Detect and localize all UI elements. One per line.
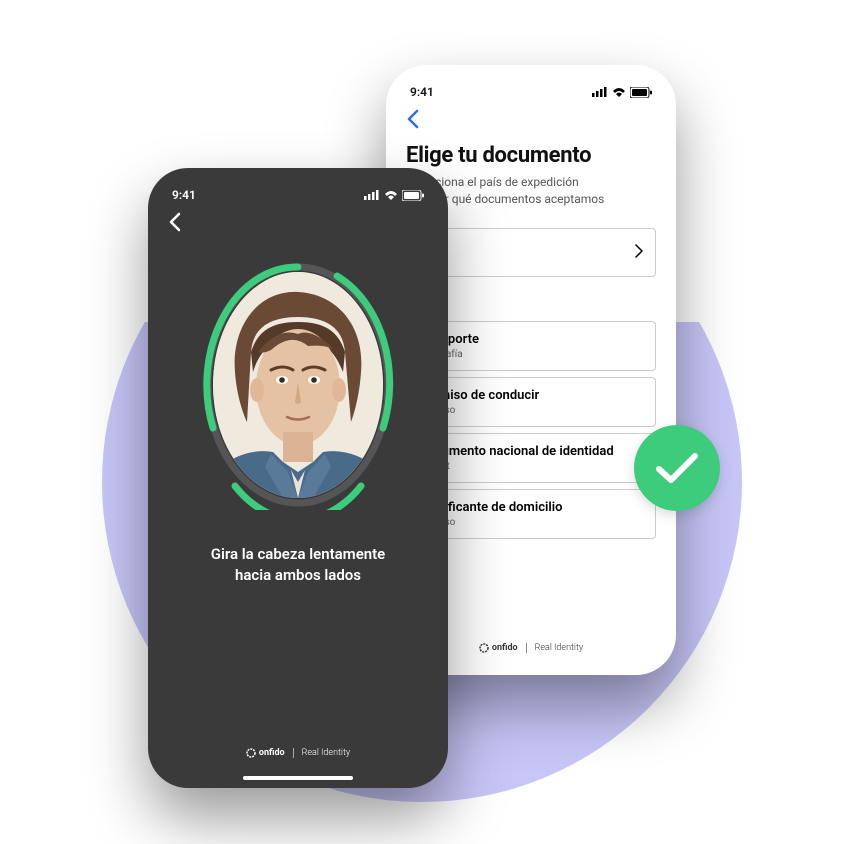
wifi-icon — [612, 87, 626, 97]
signal-icon — [592, 87, 608, 97]
document-name: Pasaporte — [419, 332, 643, 347]
phone-face-capture: 9:41 — [148, 168, 448, 788]
brand-tagline: Real Identity — [302, 748, 351, 758]
status-time: 9:41 — [410, 85, 434, 99]
onfido-logo: onfido — [246, 748, 285, 758]
onfido-mark-icon — [246, 748, 256, 758]
brand-tagline: Real Identity — [535, 643, 584, 653]
onfido-logo: onfido — [479, 643, 518, 653]
wifi-icon — [384, 190, 398, 200]
document-subtitle: fotografía — [419, 349, 643, 360]
status-icons — [364, 190, 424, 201]
status-icons — [592, 87, 652, 98]
brand-divider — [526, 643, 527, 653]
battery-icon — [402, 190, 424, 201]
progress-ring — [201, 260, 395, 510]
brand-divider — [293, 748, 294, 758]
signal-icon — [364, 190, 380, 200]
document-subtitle: Anverso — [419, 517, 643, 528]
brand-footer: onfido Real Identity — [148, 748, 448, 758]
document-subtitle: Anverso — [419, 405, 643, 416]
onfido-mark-icon — [479, 643, 489, 653]
status-bar: 9:41 — [406, 83, 656, 109]
battery-icon — [630, 87, 652, 98]
status-bar: 9:41 — [168, 186, 428, 212]
home-indicator — [243, 776, 353, 780]
success-check-badge — [634, 425, 720, 511]
face-oval-frame — [201, 260, 395, 510]
back-button[interactable] — [168, 212, 428, 232]
face-capture-area — [168, 260, 428, 510]
instruction-text: Gira la cabeza lentamente hacia ambos la… — [168, 544, 428, 586]
back-button[interactable] — [406, 109, 656, 129]
check-icon — [655, 451, 699, 485]
document-name: Justificante de domicilio — [419, 500, 643, 515]
page-title: Elige tu documento — [406, 143, 656, 168]
status-time: 9:41 — [172, 188, 196, 202]
document-subtitle: Devant — [419, 461, 643, 472]
chevron-right-icon — [635, 243, 643, 262]
document-name: Documento nacional de identidad — [419, 444, 643, 459]
document-name: Permiso de conducir — [419, 388, 643, 403]
